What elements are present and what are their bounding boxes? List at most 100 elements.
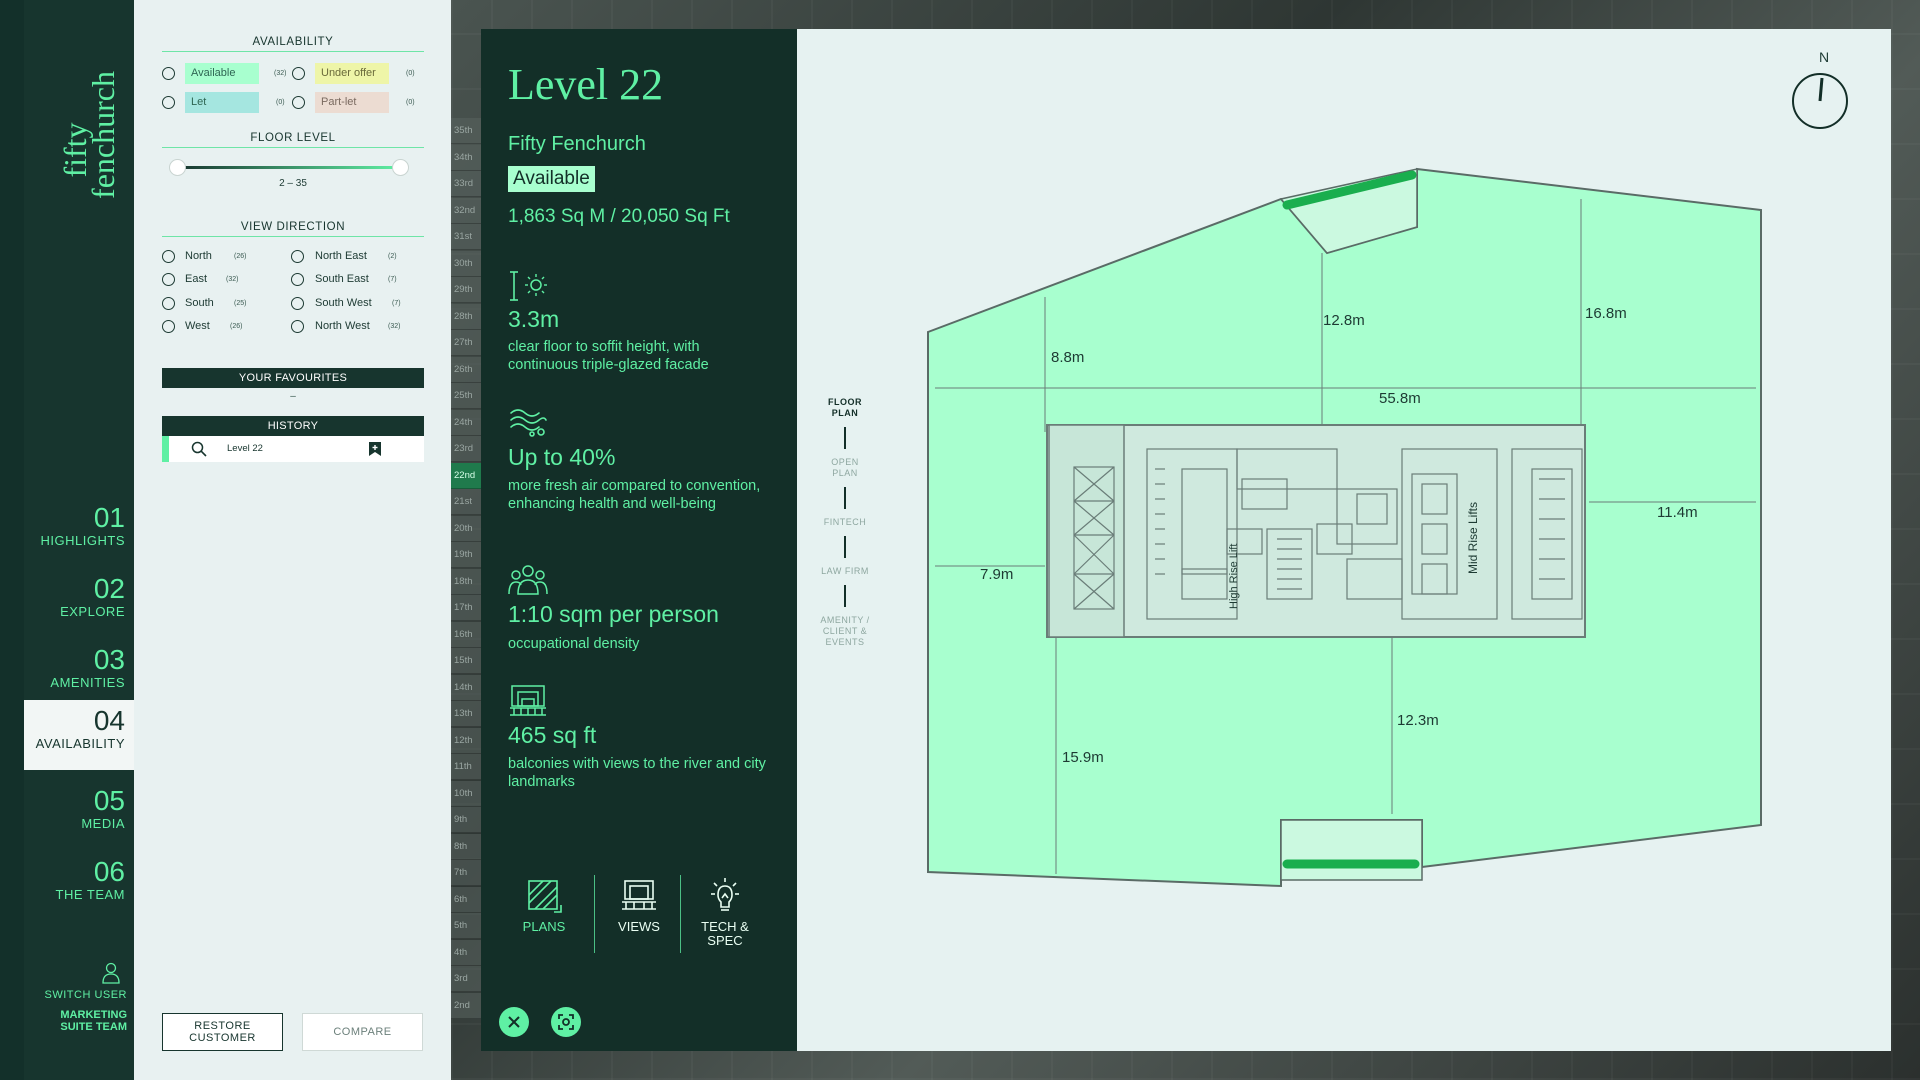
floor-button[interactable]: 6th — [451, 886, 481, 913]
floor-level-min-handle[interactable] — [169, 159, 186, 176]
dimension-label: 8.8m — [1051, 349, 1085, 366]
floor-button[interactable]: 22nd — [451, 462, 481, 489]
compass-north-label: N — [1819, 49, 1830, 65]
floor-level-slider-track[interactable] — [178, 166, 400, 169]
direction-radio-east[interactable] — [162, 273, 175, 286]
plans-icon — [528, 880, 562, 913]
step-amenity-client-events[interactable]: AMENITY / CLIENT & EVENTS — [817, 615, 873, 648]
nav-item-the-team[interactable]: 06 THE TEAM — [24, 851, 134, 921]
floor-button[interactable]: 21st — [451, 489, 481, 515]
floor-button[interactable]: 28th — [451, 303, 481, 330]
direction-radio-north-east[interactable] — [291, 250, 304, 263]
floor-button[interactable]: 13th — [451, 701, 481, 727]
balcony-south — [1280, 819, 1423, 881]
fullscreen-button[interactable] — [551, 1007, 581, 1037]
nav-label: AVAILABILITY — [35, 736, 125, 751]
switch-user-button[interactable]: SWITCH USER MARKETING SUITE TEAM — [24, 962, 127, 1033]
balcony-icon — [510, 685, 546, 716]
availability-chip-available[interactable]: Available — [185, 63, 259, 84]
fifty-fenchurch-logo: fifty fenchurch — [60, 71, 120, 199]
direction-radio-west[interactable] — [162, 320, 175, 333]
floor-button[interactable]: 11th — [451, 754, 481, 780]
direction-label: West — [185, 320, 210, 332]
history-item[interactable]: Level 22 — [162, 436, 424, 462]
floor-button[interactable]: 31st — [451, 224, 481, 250]
availability-count: (0) — [406, 99, 415, 106]
floor-button[interactable]: 25th — [451, 383, 481, 409]
bookmark-add-icon[interactable] — [368, 441, 382, 457]
dimension-label: 15.9m — [1062, 749, 1104, 766]
direction-radio-south-east[interactable] — [291, 273, 304, 286]
direction-radio-north[interactable] — [162, 250, 175, 263]
nav-item-amenities[interactable]: 03 AMENITIES — [24, 639, 134, 709]
compare-button[interactable]: COMPARE — [302, 1013, 423, 1051]
floor-button[interactable]: 33rd — [451, 171, 481, 197]
floor-button[interactable]: 8th — [451, 833, 481, 860]
favourites-header[interactable]: YOUR FAVOURITES — [162, 368, 424, 388]
availability-radio-available[interactable] — [162, 67, 175, 80]
availability-chip-under-offer[interactable]: Under offer — [315, 63, 389, 84]
floor-button[interactable]: 30th — [451, 250, 481, 277]
floor-button[interactable]: 26th — [451, 356, 481, 383]
history-header[interactable]: HISTORY — [162, 416, 424, 436]
floor-button[interactable]: 10th — [451, 780, 481, 807]
feature-value: 465 sq ft — [508, 722, 597, 748]
view-direction-title: VIEW DIRECTION — [162, 221, 424, 237]
switch-user-label: SWITCH USER — [44, 989, 127, 1001]
floor-button[interactable]: 16th — [451, 621, 481, 648]
nav-item-availability[interactable]: 04 AVAILABILITY — [24, 700, 134, 770]
floor-button[interactable]: 15th — [451, 648, 481, 674]
availability-chip-part-let[interactable]: Part-let — [315, 92, 389, 113]
close-button[interactable] — [499, 1007, 529, 1037]
availability-radio-under-offer[interactable] — [292, 67, 305, 80]
availability-radio-part-let[interactable] — [292, 96, 305, 109]
core-label: High Rise Lift — [1228, 544, 1240, 609]
floor-button[interactable]: 35th — [451, 118, 481, 144]
floor-button[interactable]: 14th — [451, 674, 481, 701]
floor-button[interactable]: 9th — [451, 807, 481, 833]
nav-item-media[interactable]: 05 MEDIA — [24, 780, 134, 850]
floor-button[interactable]: 3rd — [451, 966, 481, 992]
tab-tech-spec[interactable]: TECH & SPEC — [682, 876, 768, 948]
user-icon — [102, 962, 120, 984]
restore-customer-button[interactable]: RESTORE CUSTOMER — [162, 1013, 283, 1051]
floor-button[interactable]: 2nd — [451, 992, 481, 1019]
floor-button[interactable]: 18th — [451, 568, 481, 595]
direction-radio-north-west[interactable] — [291, 320, 304, 333]
floor-plan-drawing[interactable]: High Rise Lift Mid Rise Lifts — [797, 29, 1891, 1051]
floor-button[interactable]: 24th — [451, 409, 481, 436]
floor-button[interactable]: 27th — [451, 330, 481, 356]
step-open-plan[interactable]: OPEN PLAN — [817, 457, 873, 479]
floor-button[interactable]: 32nd — [451, 197, 481, 224]
step-fintech[interactable]: FINTECH — [817, 517, 873, 528]
direction-label: North — [185, 250, 212, 262]
availability-chip-let[interactable]: Let — [185, 92, 259, 113]
step-floor-plan[interactable]: FLOOR PLAN — [817, 397, 873, 419]
floor-button[interactable]: 23rd — [451, 436, 481, 462]
floor-button[interactable]: 29th — [451, 277, 481, 303]
direction-radio-south-west[interactable] — [291, 297, 304, 310]
floor-button[interactable]: 17th — [451, 595, 481, 621]
team-name-line-1: MARKETING — [60, 1009, 127, 1021]
floor-button[interactable]: 12th — [451, 727, 481, 754]
nav-item-explore[interactable]: 02 EXPLORE — [24, 568, 134, 638]
floor-button[interactable]: 7th — [451, 860, 481, 886]
core-block-west — [1048, 424, 1125, 638]
direction-label: South West — [315, 297, 372, 309]
step-law-firm[interactable]: LAW FIRM — [817, 566, 873, 577]
availability-radio-let[interactable] — [162, 96, 175, 109]
floor-info-panel: Level 22 Fifty Fenchurch Available 1,863… — [481, 29, 797, 1051]
floor-area: 1,863 Sq M / 20,050 Sq Ft — [508, 206, 730, 227]
floor-button[interactable]: 20th — [451, 515, 481, 542]
floor-level-max-handle[interactable] — [392, 159, 409, 176]
floor-button[interactable]: 4th — [451, 939, 481, 966]
direction-radio-south[interactable] — [162, 297, 175, 310]
tab-views[interactable]: VIEWS — [596, 876, 682, 934]
floor-button[interactable]: 19th — [451, 542, 481, 568]
fresh-air-icon — [510, 409, 547, 437]
floor-button[interactable]: 5th — [451, 913, 481, 939]
floor-level-range: 2 – 35 — [279, 178, 307, 189]
tab-plans[interactable]: PLANS — [501, 876, 587, 934]
floor-button[interactable]: 34th — [451, 144, 481, 171]
nav-item-highlights[interactable]: 01 HIGHLIGHTS — [24, 497, 134, 567]
